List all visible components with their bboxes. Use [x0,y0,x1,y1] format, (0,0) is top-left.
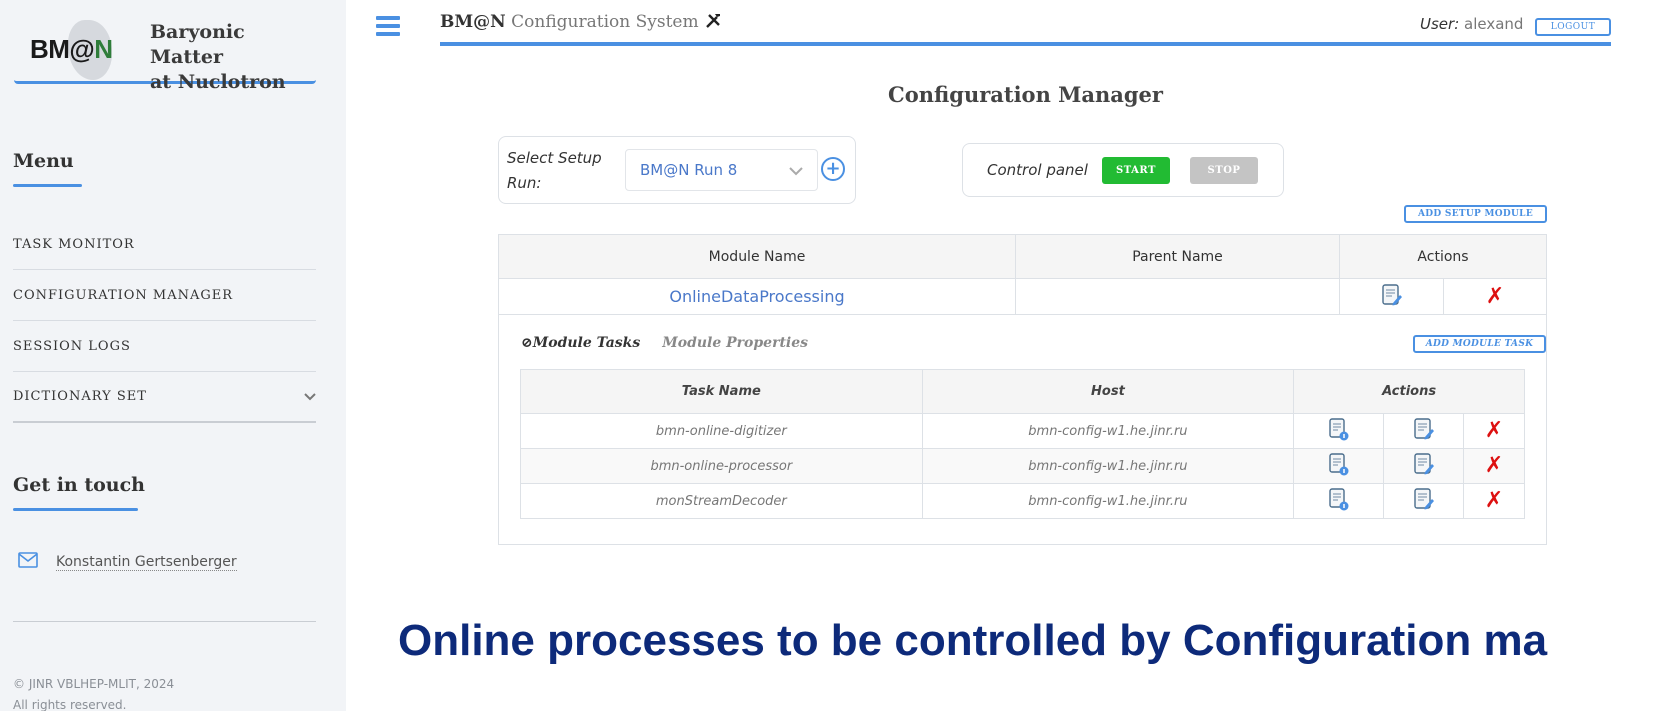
edit-cell [1383,448,1465,484]
copyright: © JINR VBLHEP-MLIT, 2024 All rights rese… [13,677,175,711]
delete-cell: ✗ [1463,413,1525,449]
table-row: monStreamDecoder bmn-config-w1.he.jinr.r… [520,483,1525,519]
sidebar-divider [13,621,316,622]
menu-heading: Menu [13,150,74,172]
task-info-icon[interactable] [1328,418,1350,445]
table-row: OnlineDataProcessing ✗ [498,278,1547,315]
delete-icon[interactable]: ✗ [1485,453,1503,478]
table-row: bmn-online-digitizer bmn-config-w1.he.ji… [520,413,1525,449]
delete-icon[interactable]: ✗ [1486,284,1504,309]
stop-button[interactable]: STOP [1190,157,1258,184]
info-cell [1293,413,1385,449]
task-host-cell: bmn-config-w1.he.jinr.ru [921,413,1295,449]
delete-cell: ✗ [1463,483,1525,519]
logout-button[interactable]: LOGOUT [1535,18,1611,36]
mail-icon [18,552,38,572]
delete-icon[interactable]: ✗ [1485,418,1503,443]
sidebar: BM@N Baryonic Matter at Nuclotron Menu T… [0,0,346,711]
module-table: Module Name Parent Name Actions OnlineDa… [498,234,1547,315]
column-header: Actions [1293,369,1525,414]
contact-link[interactable]: Konstantin Gertsenberger [56,554,237,571]
page-title: Configuration Manager [888,82,1163,107]
setup-run-panel: Select Setup Run: BM@N Run 8 + [498,136,856,204]
control-panel-label: Control panel [987,161,1088,179]
module-name-link[interactable]: OnlineDataProcessing [498,278,1016,315]
edit-module-cell [1339,278,1444,315]
hamburger-menu-icon[interactable] [376,16,400,36]
sidebar-item-configuration-manager[interactable]: CONFIGURATION MANAGER [13,270,316,321]
parent-name-cell [1015,278,1340,315]
brand-header[interactable]: BM@N Baryonic Matter at Nuclotron [14,10,316,93]
chevron-down-icon [789,162,803,180]
edit-cell [1383,483,1465,519]
delete-module-cell: ✗ [1443,278,1547,315]
edit-cell [1383,413,1465,449]
add-setup-run-icon[interactable]: + [821,157,845,181]
column-header: Actions [1339,234,1547,279]
control-panel: Control panel START STOP [962,143,1284,197]
task-table: Task Name Host Actions bmn-online-digiti… [520,369,1525,519]
task-info-icon[interactable] [1328,488,1350,515]
column-header: Task Name [520,369,923,414]
sidebar-item-dictionary-set[interactable]: DICTIONARY SET [13,372,316,423]
info-cell [1293,448,1385,484]
edit-icon[interactable] [1413,453,1435,480]
start-button[interactable]: START [1102,157,1170,184]
module-panel: Module Name Parent Name Actions OnlineDa… [498,234,1547,545]
app-title: BM@N Configuration System [440,12,722,32]
task-info-icon[interactable] [1328,453,1350,480]
module-tabs: ⊘Module Tasks Module Properties [521,335,808,351]
add-setup-module-button[interactable]: ADD SETUP MODULE [1404,205,1547,223]
contact-heading: Get in touch [13,474,145,496]
table-row: bmn-online-processor bmn-config-w1.he.ji… [520,448,1525,484]
column-header: Module Name [498,234,1016,279]
tab-module-tasks[interactable]: ⊘Module Tasks [521,335,640,351]
current-user: User: alexand [1420,15,1524,33]
add-module-task-button[interactable]: ADD MODULE TASK [1413,335,1546,353]
chevron-down-icon [304,390,316,405]
menu-heading-underline [13,184,82,187]
edit-icon[interactable] [1413,488,1435,515]
delete-cell: ✗ [1463,448,1525,484]
sidebar-item-task-monitor[interactable]: TASK MONITOR [13,219,316,270]
edit-icon[interactable] [1381,283,1403,311]
contact-heading-underline [13,508,138,511]
setup-run-select[interactable]: BM@N Run 8 [625,149,818,191]
task-name-cell: bmn-online-processor [520,448,923,484]
brand-name: Baryonic Matter at Nuclotron [150,21,286,93]
tools-icon [704,12,722,32]
sidebar-item-session-logs[interactable]: SESSION LOGS [13,321,316,372]
info-cell [1293,483,1385,519]
contact-row: Konstantin Gertsenberger [18,552,237,572]
task-name-cell: bmn-online-digitizer [520,413,923,449]
column-header: Parent Name [1015,234,1340,279]
task-host-cell: bmn-config-w1.he.jinr.ru [921,483,1295,519]
delete-icon[interactable]: ✗ [1485,488,1503,513]
column-header: Host [921,369,1295,414]
task-name-cell: monStreamDecoder [520,483,923,519]
slide-banner-text: Online processes to be controlled by Con… [398,616,1548,665]
task-host-cell: bmn-config-w1.he.jinr.ru [921,448,1295,484]
tab-module-properties[interactable]: Module Properties [662,335,808,351]
setup-run-label: Select Setup Run: [507,149,602,192]
topbar-underline [440,42,1611,46]
bmn-logo: BM@N [30,20,130,80]
edit-icon[interactable] [1413,418,1435,445]
